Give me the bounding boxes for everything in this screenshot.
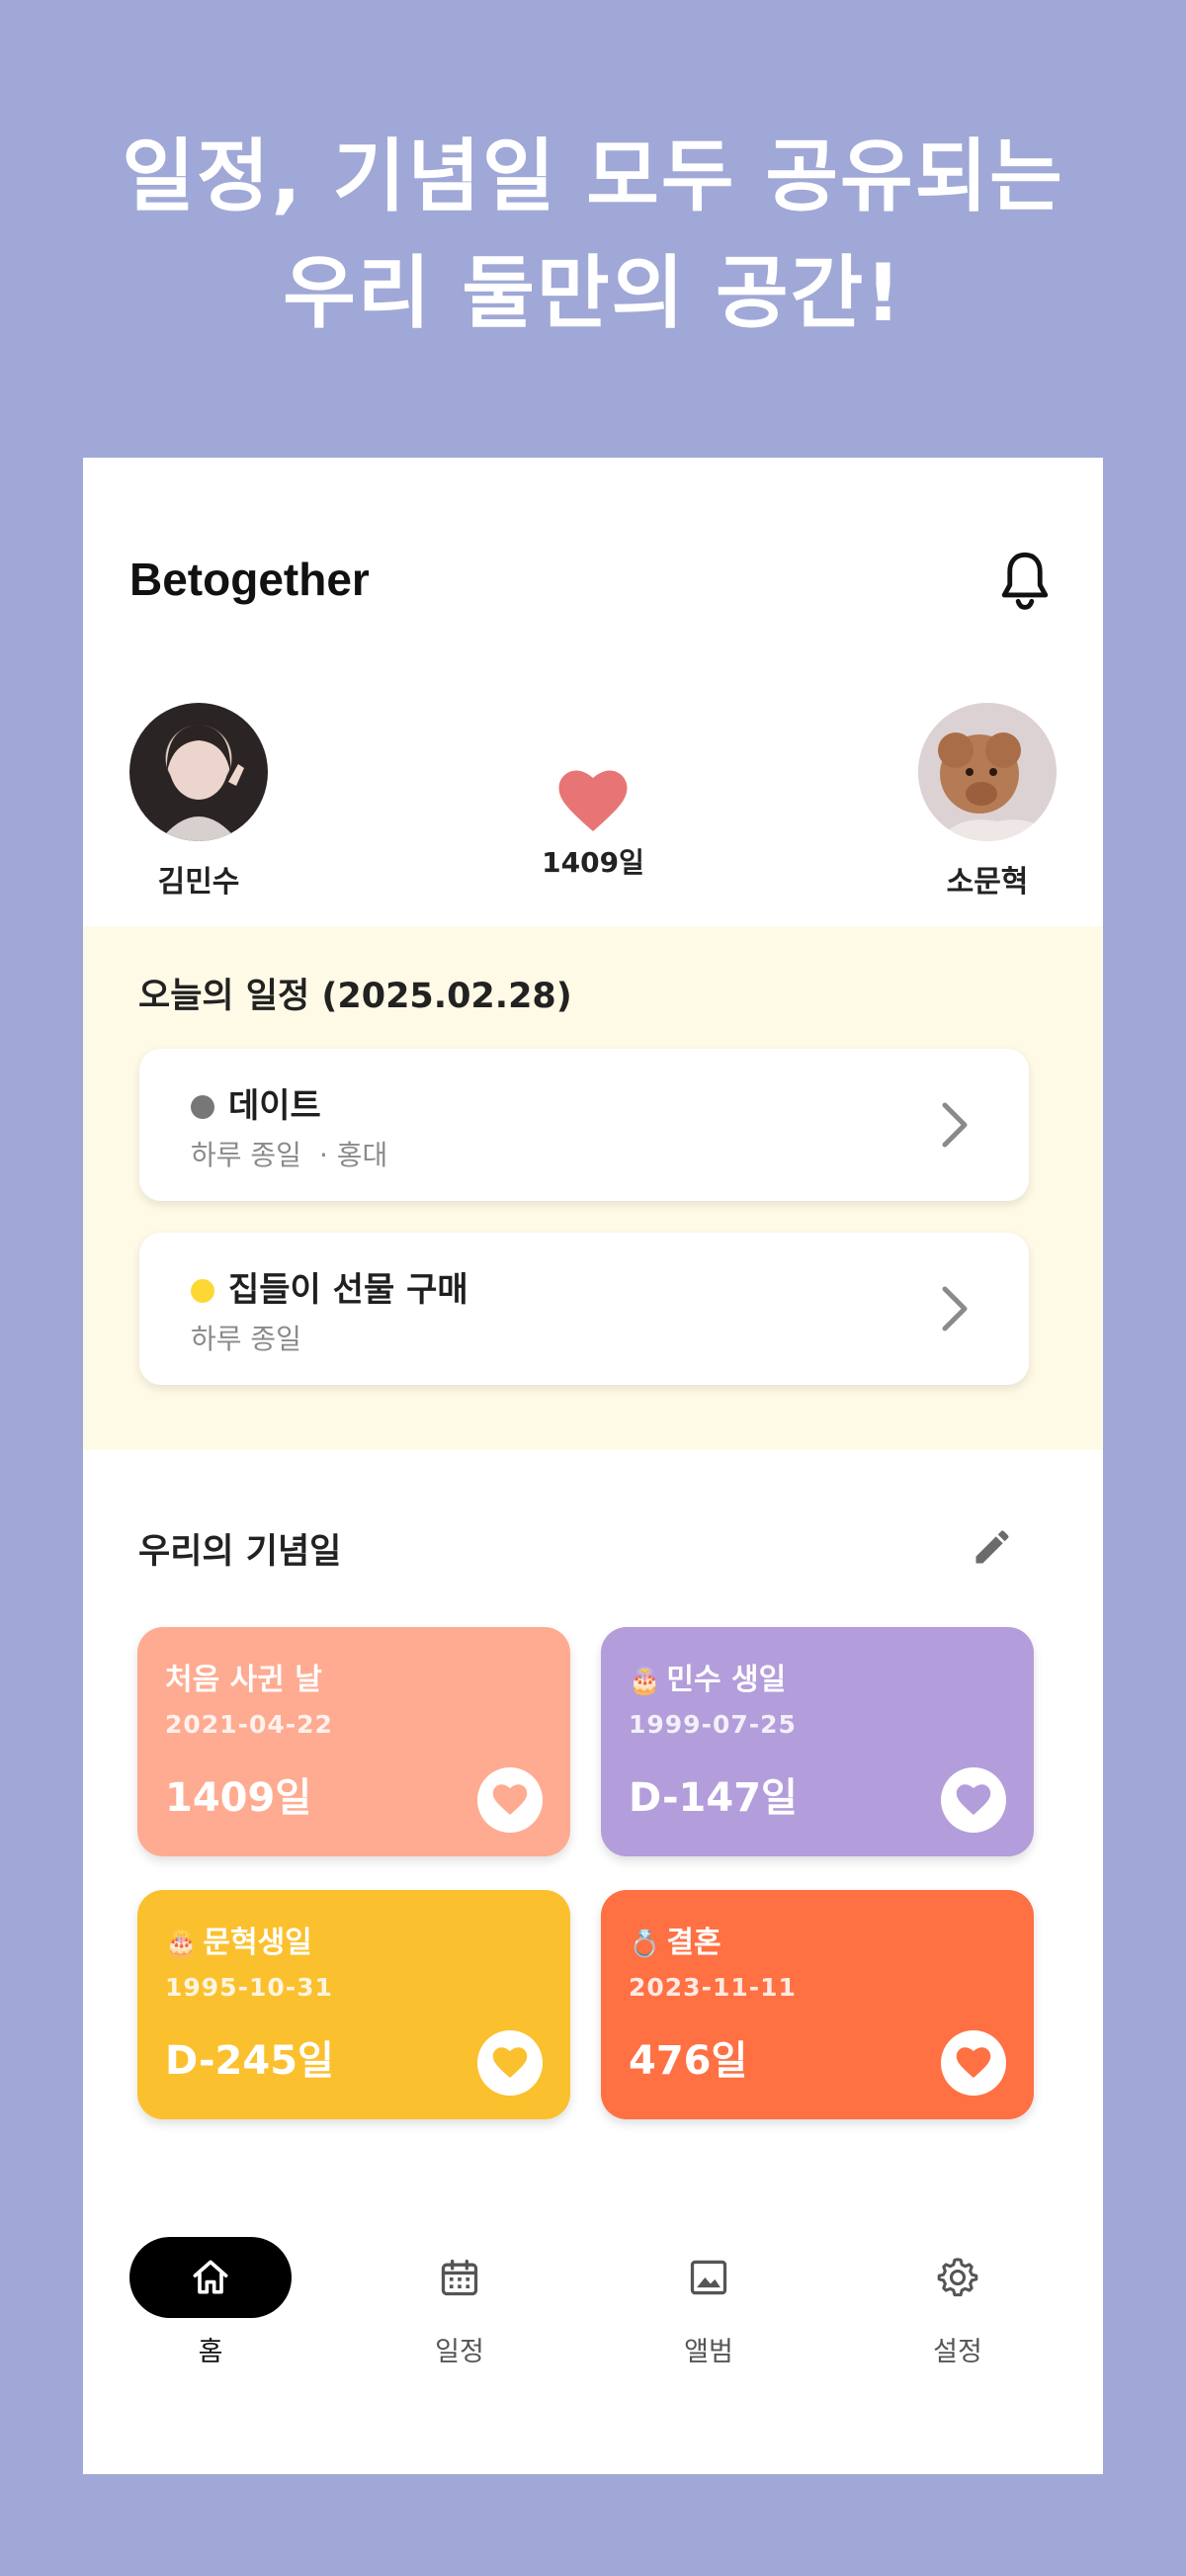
schedule-time: 하루 종일 — [191, 1139, 301, 1171]
heart-icon — [492, 1784, 528, 1815]
pencil-icon[interactable] — [971, 1525, 1014, 1569]
anniversary-name-text: 문혁생일 — [203, 1926, 312, 1960]
app-bar: Betogether — [83, 458, 1103, 705]
today-schedule-title: 오늘의 일정 (2025.02.28) — [138, 977, 572, 1016]
ring-icon: 💍 — [629, 1930, 661, 1959]
tab-album[interactable]: 앨범 — [628, 2237, 790, 2368]
anniversary-card[interactable]: 💍 결혼 2023-11-11 476일 — [601, 1890, 1034, 2119]
avatar[interactable] — [918, 703, 1057, 841]
favorite-button[interactable] — [941, 2030, 1006, 2096]
dot-icon — [191, 1279, 214, 1303]
tab-label: 앨범 — [684, 2337, 733, 2367]
anniversaries-title: 우리의 기념일 — [138, 1532, 342, 1572]
calendar-icon — [441, 2259, 478, 2296]
profile-left[interactable]: 김민수 — [125, 703, 273, 901]
tab-label: 일정 — [435, 2337, 484, 2367]
chevron-right-icon[interactable] — [940, 1100, 970, 1150]
together-days: 1409일 — [542, 846, 644, 879]
anniversary-count: D-245일 — [165, 2038, 334, 2084]
promo-line-1: 일정, 기념일 모두 공유되는 — [122, 130, 1064, 222]
gear-icon — [937, 2258, 978, 2297]
tab-schedule[interactable]: 일정 — [379, 2237, 541, 2368]
tab-settings-pill[interactable] — [877, 2237, 1039, 2318]
tab-album-pill[interactable] — [628, 2237, 790, 2318]
heart-icon — [558, 770, 628, 831]
tab-home-pill[interactable] — [129, 2237, 292, 2318]
avatar-photo-right — [918, 703, 1057, 841]
app-title: Betogether — [129, 554, 370, 605]
anniversary-name: 처음 사귄 날 — [165, 1655, 322, 1698]
app-screen: Betogether 김민수 1409일 소문혁 오늘의 일정 (2025.02… — [83, 458, 1103, 2474]
anniversary-card[interactable]: 🎂 문혁생일 1995-10-31 D-245일 — [137, 1890, 570, 2119]
tab-settings[interactable]: 설정 — [877, 2237, 1039, 2368]
chevron-right-icon[interactable] — [940, 1284, 970, 1333]
anniversary-name-text: 민수 생일 — [666, 1663, 787, 1697]
tab-home[interactable]: 홈 — [129, 2237, 292, 2368]
schedule-time: 하루 종일 — [191, 1323, 301, 1355]
anniversary-card[interactable]: 처음 사귄 날 2021-04-22 1409일 — [137, 1627, 570, 1856]
profile-name-right: 소문혁 — [946, 865, 1029, 900]
anniversary-count: D-147일 — [629, 1775, 798, 1821]
favorite-button[interactable] — [477, 1767, 543, 1833]
promo-headline: 일정, 기념일 모두 공유되는 우리 둘만의 공간! — [0, 119, 1186, 352]
anniversary-name-text: 결혼 — [666, 1926, 721, 1960]
bottom-tab-bar: 홈 일정 앨범 설정 — [83, 2237, 1103, 2435]
anniversary-name: 🎂 문혁생일 — [165, 1918, 312, 1961]
schedule-card[interactable]: 데이트 하루 종일 · 홍대 — [139, 1049, 1029, 1201]
favorite-button[interactable] — [477, 2030, 543, 2096]
anniversary-date: 1995-10-31 — [165, 1973, 333, 2002]
schedule-meta: 하루 종일 · 홍대 — [191, 1134, 387, 1173]
avatar[interactable] — [129, 703, 268, 841]
cake-icon: 🎂 — [629, 1667, 661, 1696]
tab-label: 설정 — [933, 2337, 982, 2367]
bell-icon[interactable] — [994, 549, 1056, 614]
heart-icon — [956, 1784, 991, 1815]
promo-line-2: 우리 둘만의 공간! — [283, 247, 903, 339]
schedule-title: 집들이 선물 구매 — [228, 1270, 468, 1310]
anniversary-card[interactable]: 🎂 민수 생일 1999-07-25 D-147일 — [601, 1627, 1034, 1856]
schedule-location: · 홍대 — [318, 1139, 388, 1171]
favorite-button[interactable] — [941, 1767, 1006, 1833]
heart-icon — [956, 2047, 991, 2078]
anniversary-date: 1999-07-25 — [629, 1710, 797, 1739]
heart-icon — [492, 2047, 528, 2078]
schedule-meta: 하루 종일 — [191, 1318, 301, 1357]
today-schedule-section: 오늘의 일정 (2025.02.28) 데이트 하루 종일 · 홍대 집들이 선물… — [83, 926, 1103, 1450]
tab-schedule-pill[interactable] — [379, 2237, 541, 2318]
cake-icon: 🎂 — [165, 1930, 198, 1959]
anniversary-count: 1409일 — [165, 1775, 312, 1821]
schedule-title: 데이트 — [228, 1086, 321, 1126]
tab-label: 홈 — [198, 2337, 223, 2367]
schedule-card[interactable]: 집들이 선물 구매 하루 종일 — [139, 1233, 1029, 1385]
anniversary-name-text: 처음 사귄 날 — [165, 1663, 322, 1697]
anniversary-name: 💍 결혼 — [629, 1918, 721, 1961]
image-icon — [690, 2260, 727, 2295]
anniversary-count: 476일 — [629, 2038, 748, 2084]
together-counter: 1409일 — [519, 770, 667, 881]
profile-name-left: 김민수 — [157, 865, 240, 900]
anniversary-name: 🎂 민수 생일 — [629, 1655, 786, 1698]
dot-icon — [191, 1095, 214, 1119]
home-icon — [193, 2260, 228, 2294]
profile-right[interactable]: 소문혁 — [913, 703, 1061, 901]
anniversary-date: 2021-04-22 — [165, 1710, 333, 1739]
avatar-photo-left — [159, 725, 244, 841]
anniversary-date: 2023-11-11 — [629, 1973, 797, 2002]
